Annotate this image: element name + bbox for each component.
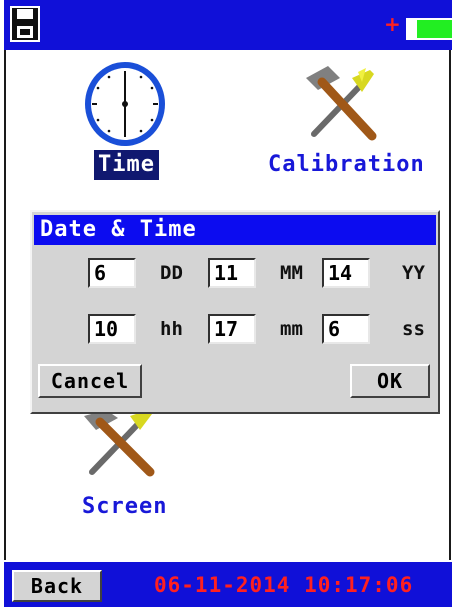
day-field[interactable]: 6: [88, 258, 136, 288]
date-time-dialog: Date & Time 6 DD 11 MM 14 YY 10 hh 17 mm…: [30, 210, 440, 414]
top-status-bar: +: [4, 0, 452, 50]
year-unit-label: YY: [402, 262, 425, 284]
year-field[interactable]: 14: [322, 258, 370, 288]
month-unit-label: MM: [280, 262, 303, 284]
charging-plus-icon: +: [384, 12, 401, 36]
bottom-status-bar: Back 06-11-2014 10:17:06: [4, 562, 452, 607]
hour-field[interactable]: 10: [88, 314, 136, 344]
day-unit-label: DD: [160, 262, 183, 284]
second-unit-label: ss: [402, 318, 425, 340]
dialog-title: Date & Time: [34, 215, 436, 245]
battery-icon: [406, 18, 452, 40]
frame-right-edge: [449, 50, 451, 560]
second-field[interactable]: 6: [322, 314, 370, 344]
ok-button[interactable]: OK: [350, 364, 430, 398]
clock-icon[interactable]: [82, 60, 168, 148]
device-screen: + Time Calibration Screen Date & Time 6 …: [0, 0, 452, 607]
tile-screen-label[interactable]: Screen: [82, 492, 167, 522]
tile-calibration-label[interactable]: Calibration: [268, 150, 425, 180]
back-button[interactable]: Back: [12, 570, 102, 602]
current-datetime: 06-11-2014 10:17:06: [154, 573, 414, 597]
calibration-tools-icon[interactable]: [300, 64, 382, 146]
hour-unit-label: hh: [160, 318, 183, 340]
screen-tools-icon[interactable]: [78, 410, 160, 482]
month-field[interactable]: 11: [208, 258, 256, 288]
floppy-disk-icon[interactable]: [10, 6, 40, 42]
minute-field[interactable]: 17: [208, 314, 256, 344]
cancel-button[interactable]: Cancel: [38, 364, 142, 398]
minute-unit-label: mm: [280, 318, 303, 340]
frame-left-edge: [4, 50, 6, 560]
tile-time-label[interactable]: Time: [94, 150, 159, 180]
